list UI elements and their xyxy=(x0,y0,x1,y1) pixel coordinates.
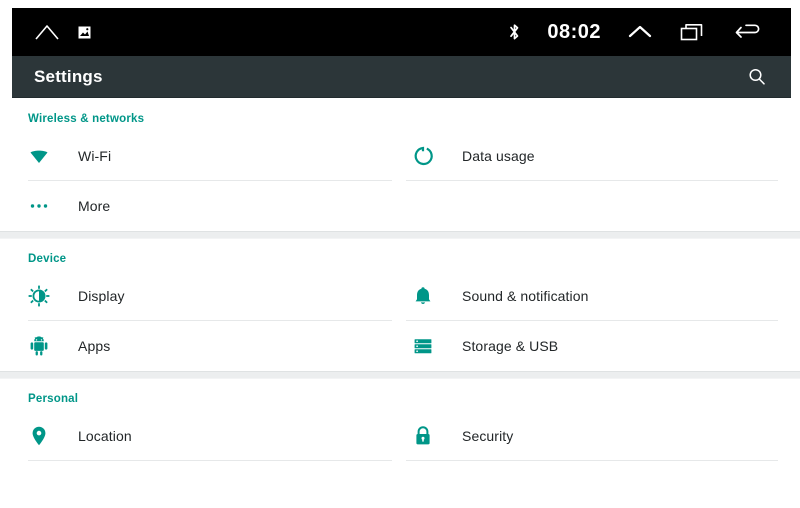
section-divider-band xyxy=(0,231,800,239)
settings-item-label: Location xyxy=(78,428,132,444)
chevron-up-icon[interactable] xyxy=(627,23,653,41)
back-arrow-icon[interactable] xyxy=(733,22,763,42)
settings-item-data-usage[interactable]: Data usage xyxy=(406,131,782,181)
column-right: Security xyxy=(400,411,800,461)
recents-icon[interactable] xyxy=(679,22,707,42)
section-grid: Location Security xyxy=(0,411,800,461)
settings-item-apps[interactable]: Apps xyxy=(22,321,392,371)
wifi-icon xyxy=(22,145,56,167)
location-pin-icon xyxy=(22,425,56,447)
settings-item-label: Storage & USB xyxy=(462,338,559,354)
column-left: Location xyxy=(0,411,400,461)
column-right: Data usage xyxy=(400,131,800,231)
brightness-icon xyxy=(22,285,56,307)
settings-item-storage-usb[interactable]: Storage & USB xyxy=(406,321,782,371)
column-left: Display Apps xyxy=(0,271,400,371)
settings-item-label: Display xyxy=(78,288,125,304)
bell-icon xyxy=(406,285,440,307)
search-icon[interactable] xyxy=(747,67,791,87)
settings-item-more[interactable]: More xyxy=(22,181,392,231)
settings-item-label: Wi-Fi xyxy=(78,148,112,164)
settings-item-display[interactable]: Display xyxy=(22,271,392,321)
home-icon[interactable] xyxy=(34,23,60,41)
settings-item-location[interactable]: Location xyxy=(22,411,392,461)
section-wireless-networks: Wireless & networks Wi-Fi More Data usag… xyxy=(0,99,800,231)
section-grid: Display Apps Sound & notification Storag… xyxy=(0,271,800,371)
status-bar-right-group: 08:02 xyxy=(508,22,791,42)
column-right: Sound & notification Storage & USB xyxy=(400,271,800,371)
storage-icon xyxy=(406,335,440,357)
status-bar-left-group xyxy=(12,23,91,41)
action-bar: Settings xyxy=(12,56,791,98)
system-status-bar: 08:02 xyxy=(12,8,791,56)
settings-item-label: Data usage xyxy=(462,148,535,164)
more-icon xyxy=(22,195,56,217)
settings-item-label: More xyxy=(78,198,111,214)
settings-item-label: Apps xyxy=(78,338,111,354)
data-usage-icon xyxy=(406,145,440,167)
section-header-device: Device xyxy=(28,253,67,265)
settings-item-security[interactable]: Security xyxy=(406,411,782,461)
lock-icon xyxy=(406,425,440,447)
section-personal: Personal Location Security xyxy=(0,379,800,461)
android-icon xyxy=(22,335,56,357)
settings-screen: 08:02 Settings Wireless & networks Wi-Fi… xyxy=(0,0,800,508)
status-bar-clock: 08:02 xyxy=(547,21,601,43)
settings-item-label: Sound & notification xyxy=(462,288,589,304)
bluetooth-icon xyxy=(508,22,521,42)
section-device: Device Display Apps Sound & notification… xyxy=(0,239,800,371)
settings-list: Wireless & networks Wi-Fi More Data usag… xyxy=(0,99,800,508)
column-left: Wi-Fi More xyxy=(0,131,400,231)
section-header-wireless-networks: Wireless & networks xyxy=(28,113,145,125)
section-grid: Wi-Fi More Data usage xyxy=(0,131,800,231)
settings-item-placeholder xyxy=(406,181,782,231)
page-title: Settings xyxy=(34,66,103,86)
settings-item-label: Security xyxy=(462,428,514,444)
section-header-personal: Personal xyxy=(28,393,79,405)
section-divider-band xyxy=(0,371,800,379)
screenshot-icon[interactable] xyxy=(78,26,91,39)
settings-item-sound-notification[interactable]: Sound & notification xyxy=(406,271,782,321)
settings-item-wifi[interactable]: Wi-Fi xyxy=(22,131,392,181)
